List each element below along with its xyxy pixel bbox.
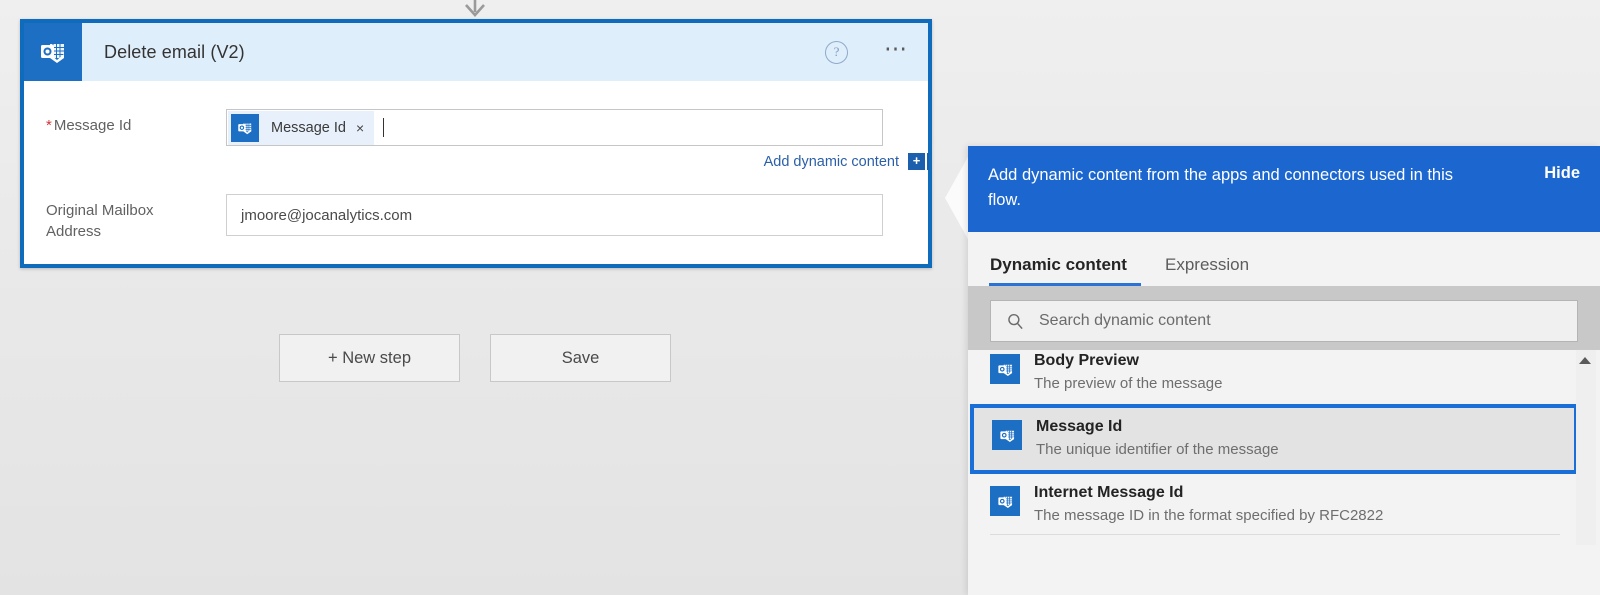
list-item-text: Internet Message Id The message ID in th… bbox=[1034, 482, 1383, 527]
add-dynamic-content-link[interactable]: Add dynamic content bbox=[764, 154, 899, 170]
new-step-button[interactable]: + New step bbox=[279, 334, 460, 382]
dynamic-content-tabs: Dynamic content Expression bbox=[968, 232, 1600, 286]
list-item-description: The unique identifier of the message bbox=[1036, 441, 1279, 458]
field-label-line-2: Address bbox=[46, 223, 102, 240]
search-placeholder: Search dynamic content bbox=[1039, 312, 1211, 329]
dynamic-content-token-message-id[interactable]: Message Id × bbox=[228, 110, 375, 145]
list-item-text: Body Preview The preview of the message bbox=[1034, 350, 1222, 395]
list-item[interactable]: Body Preview The preview of the message bbox=[968, 350, 1600, 402]
search-icon bbox=[1008, 313, 1023, 329]
dynamic-content-banner-text: Add dynamic content from the apps and co… bbox=[988, 166, 1454, 209]
field-label-message-id: * Message Id bbox=[46, 109, 226, 136]
action-card-header-actions: ? ⋯ bbox=[825, 23, 910, 81]
field-label-text: Message Id bbox=[53, 117, 132, 134]
close-icon[interactable]: × bbox=[356, 121, 364, 135]
list-item-description: The preview of the message bbox=[1034, 375, 1223, 392]
outlook-icon bbox=[990, 486, 1020, 516]
original-mailbox-address-input[interactable]: jmoore@jocanalytics.com bbox=[226, 194, 883, 236]
field-label-original-mailbox-address: Original Mailbox Address bbox=[46, 194, 226, 242]
list-item-text: Message Id The unique identifier of the … bbox=[1036, 416, 1279, 461]
help-circle-icon[interactable]: ? bbox=[825, 40, 848, 64]
list-item-title: Body Preview bbox=[1034, 352, 1139, 369]
save-button[interactable]: Save bbox=[490, 334, 671, 382]
list-divider bbox=[990, 534, 1560, 535]
token-label: Message Id bbox=[271, 119, 346, 136]
list-item[interactable]: Internet Message Id The message ID in th… bbox=[968, 476, 1600, 534]
chevron-up-icon[interactable] bbox=[1579, 357, 1591, 364]
dynamic-content-list: Body Preview The preview of the message bbox=[968, 350, 1600, 545]
search-dynamic-content-input[interactable]: Search dynamic content bbox=[990, 300, 1578, 342]
dynamic-content-search-area: Search dynamic content bbox=[968, 286, 1600, 358]
outlook-icon bbox=[231, 113, 259, 142]
list-item-description: The message ID in the format specified b… bbox=[1034, 507, 1384, 524]
list-item-title: Message Id bbox=[1036, 418, 1123, 435]
required-marker: * bbox=[46, 117, 52, 134]
ellipsis-icon[interactable]: ⋯ bbox=[884, 36, 910, 61]
plus-square-icon[interactable]: + bbox=[908, 153, 929, 170]
tab-dynamic-content[interactable]: Dynamic content bbox=[989, 255, 1141, 286]
outlook-icon bbox=[990, 354, 1020, 384]
action-card-title: Delete email (V2) bbox=[104, 41, 245, 62]
field-row-message-id: * Message Id Message Id × bbox=[46, 109, 883, 146]
list-item-title: Internet Message Id bbox=[1034, 484, 1184, 501]
text-cursor bbox=[383, 118, 385, 137]
add-dynamic-content-row: Add dynamic content + bbox=[46, 153, 929, 170]
message-id-input[interactable]: Message Id × bbox=[226, 109, 883, 146]
dynamic-content-banner: Add dynamic content from the apps and co… bbox=[968, 146, 1600, 232]
dynamic-content-panel: Add dynamic content from the apps and co… bbox=[968, 146, 1600, 595]
hide-panel-link[interactable]: Hide bbox=[1544, 164, 1580, 183]
tab-expression[interactable]: Expression bbox=[1165, 255, 1249, 286]
action-card-delete-email[interactable]: Delete email (V2) ? ⋯ * Message Id Messa… bbox=[20, 19, 932, 268]
dynamic-content-scrollbar[interactable] bbox=[1576, 350, 1596, 545]
field-row-original-mailbox-address: Original Mailbox Address jmoore@jocanaly… bbox=[46, 194, 883, 242]
action-card-body: * Message Id Message Id × Add dynamic co… bbox=[24, 81, 929, 264]
list-item[interactable]: Message Id The unique identifier of the … bbox=[970, 404, 1578, 474]
action-card-header[interactable]: Delete email (V2) ? ⋯ bbox=[24, 23, 928, 81]
outlook-icon bbox=[24, 23, 82, 81]
outlook-icon bbox=[992, 420, 1022, 450]
field-label-line-1: Original Mailbox bbox=[46, 202, 154, 219]
